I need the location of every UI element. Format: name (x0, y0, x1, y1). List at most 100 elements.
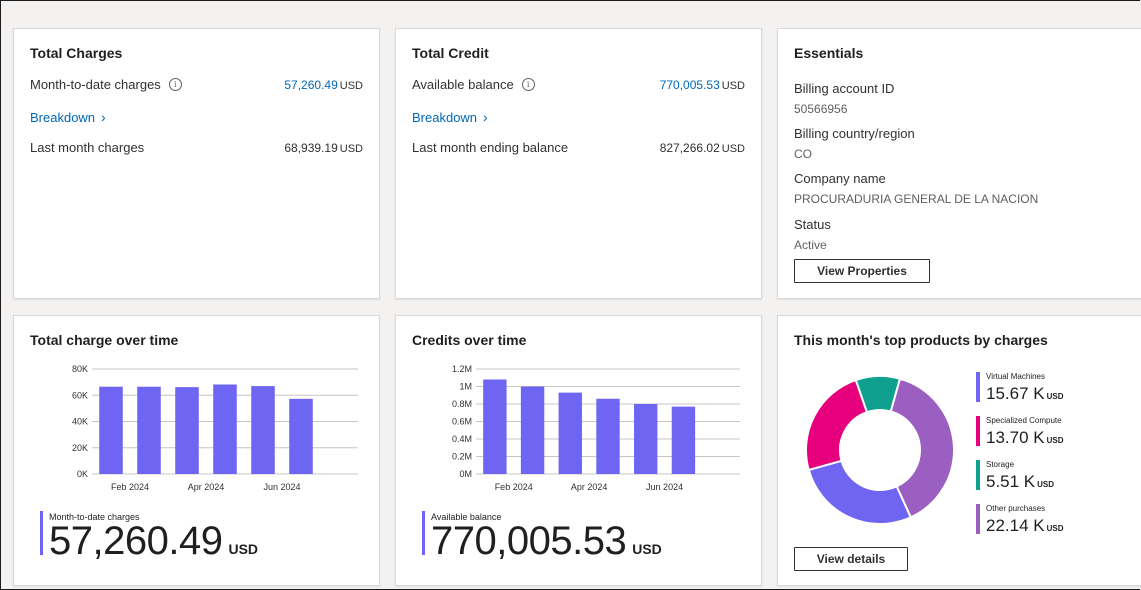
y-tick-label: 0.6M (452, 417, 472, 427)
donut-slice (807, 459, 913, 525)
available-balance-value[interactable]: 770,005.53 (660, 78, 720, 92)
bar (99, 386, 123, 474)
essentials-card: Essentials Billing account ID 50566956 B… (777, 28, 1141, 299)
bar (520, 386, 545, 474)
status-label: Status (794, 217, 831, 232)
legend-amount: 15.67 K (986, 384, 1045, 403)
x-tick-label: Feb 2024 (495, 482, 533, 492)
x-tick-label: Apr 2024 (188, 482, 225, 492)
view-details-button[interactable]: View details (794, 547, 908, 571)
legend-unit: USD (1037, 480, 1055, 489)
legend-color-swatch (976, 460, 980, 490)
kpi-value: 57,260.49 (49, 519, 223, 563)
billing-account-id-label: Billing account ID (794, 81, 895, 96)
last-month-balance-row: Last month ending balance 827,266.02 USD (412, 140, 745, 155)
view-properties-button[interactable]: View Properties (794, 259, 930, 283)
bar (289, 398, 313, 474)
x-tick-label: Jun 2024 (263, 482, 300, 492)
charge-chart-card: Total charge over time 80K 60K 40K 20K 0K Feb… (13, 315, 380, 586)
currency-unit: USD (721, 80, 745, 92)
mtd-charges-value[interactable]: 57,260.49 (284, 78, 337, 92)
card-title: Credits over time (412, 332, 527, 348)
kpi-unit: USD (228, 541, 259, 557)
y-tick-label: 60K (72, 390, 88, 400)
y-tick-label: 0M (459, 469, 472, 479)
last-month-charges-value: 68,939.19 (284, 141, 338, 155)
card-title: Total Charges (30, 45, 123, 61)
credit-chart-card: Credits over time 1.2M 1M 0.8M 0.6M 0.4M 0.2M… (395, 315, 762, 586)
kpi-accent-bar (422, 511, 425, 555)
legend-amount: 5.51 K (986, 472, 1036, 491)
y-tick-label: 0.8M (452, 399, 472, 409)
currency-unit: USD (339, 143, 363, 155)
kpi-accent-bar (40, 511, 43, 555)
card-title: Total Credit (412, 45, 489, 61)
legend-value: 22.14 K USD (986, 516, 1064, 536)
breakdown-label: Breakdown (30, 109, 96, 125)
x-tick-label: Feb 2024 (111, 482, 149, 492)
legend-unit: USD (1046, 392, 1064, 401)
billing-country-value: CO (794, 147, 812, 161)
bar (251, 386, 275, 474)
legend-name: Storage (986, 460, 1015, 469)
info-icon[interactable]: i (168, 78, 182, 91)
bar (137, 386, 161, 474)
y-tick-label: 0K (77, 469, 88, 479)
status-value: Active (794, 238, 827, 252)
card-title: Total charge over time (30, 332, 179, 348)
billing-account-id-value: 50566956 (794, 102, 848, 116)
legend-amount: 13.70 K (986, 428, 1045, 447)
y-tick-label: 1.2M (452, 364, 472, 374)
legend-color-swatch (976, 504, 980, 534)
chevron-right-icon: › (101, 109, 106, 125)
legend-value: 5.51 K USD (986, 472, 1054, 492)
legend-unit: USD (1046, 524, 1064, 533)
bar (671, 406, 696, 474)
info-icon[interactable]: i (521, 78, 535, 91)
top-products-card: This month's top products by charges Vir… (777, 315, 1141, 586)
company-name-value: PROCURADURIA GENERAL DE LA NACION (794, 192, 1039, 206)
bar (558, 392, 582, 474)
y-tick-label: 80K (72, 364, 88, 374)
mtd-charges-row: Month-to-date charges i 57,260.49 USD (30, 77, 363, 92)
currency-unit: USD (721, 143, 745, 155)
y-tick-label: 1M (459, 382, 472, 392)
breakdown-link[interactable]: Breakdown › (30, 109, 106, 125)
legend-color-swatch (976, 372, 980, 402)
total-charges-card: Total Charges Month-to-date charges i 57… (13, 28, 380, 299)
y-tick-label: 40K (72, 417, 88, 427)
last-month-balance-value: 827,266.02 (659, 141, 720, 155)
available-balance-label: Available balance (412, 77, 514, 92)
kpi-value-group: 770,005.53 USD (431, 521, 662, 561)
last-month-charges-row: Last month charges 68,939.19 USD (30, 140, 363, 155)
donut-slice (805, 378, 869, 472)
card-title: This month's top products by charges (794, 332, 1048, 348)
legend-name: Specialized Compute (986, 416, 1062, 425)
legend-value: 13.70 K USD (986, 428, 1064, 448)
products-donut-chart (805, 375, 955, 525)
legend-name: Virtual Machines (986, 372, 1045, 381)
legend-color-swatch (976, 416, 980, 446)
legend-unit: USD (1046, 436, 1064, 445)
breakdown-label: Breakdown (412, 109, 478, 125)
x-tick-label: Jun 2024 (646, 482, 683, 492)
currency-unit: USD (339, 80, 363, 92)
kpi-unit: USD (632, 541, 662, 557)
y-tick-label: 0.2M (452, 452, 472, 462)
chevron-right-icon: › (483, 109, 488, 125)
total-credit-card: Total Credit Available balance i 770,005… (395, 28, 762, 299)
bar (175, 387, 199, 474)
card-title: Essentials (794, 45, 864, 61)
breakdown-link[interactable]: Breakdown › (412, 109, 488, 125)
y-tick-label: 0.4M (452, 434, 472, 444)
bar (483, 379, 507, 474)
bar (596, 398, 620, 474)
bar (634, 404, 658, 474)
charge-bar-chart: 80K 60K 40K 20K 0K Feb 2024 Apr 2024 Jun 2024 (72, 364, 358, 492)
company-name-label: Company name (794, 171, 886, 186)
legend-name: Other purchases (986, 504, 1046, 513)
x-tick-label: Apr 2024 (571, 482, 608, 492)
last-month-balance-label: Last month ending balance (412, 140, 569, 155)
legend-amount: 22.14 K (986, 516, 1045, 535)
dashboard-frame: Total Charges Month-to-date charges i 57… (0, 0, 1141, 590)
